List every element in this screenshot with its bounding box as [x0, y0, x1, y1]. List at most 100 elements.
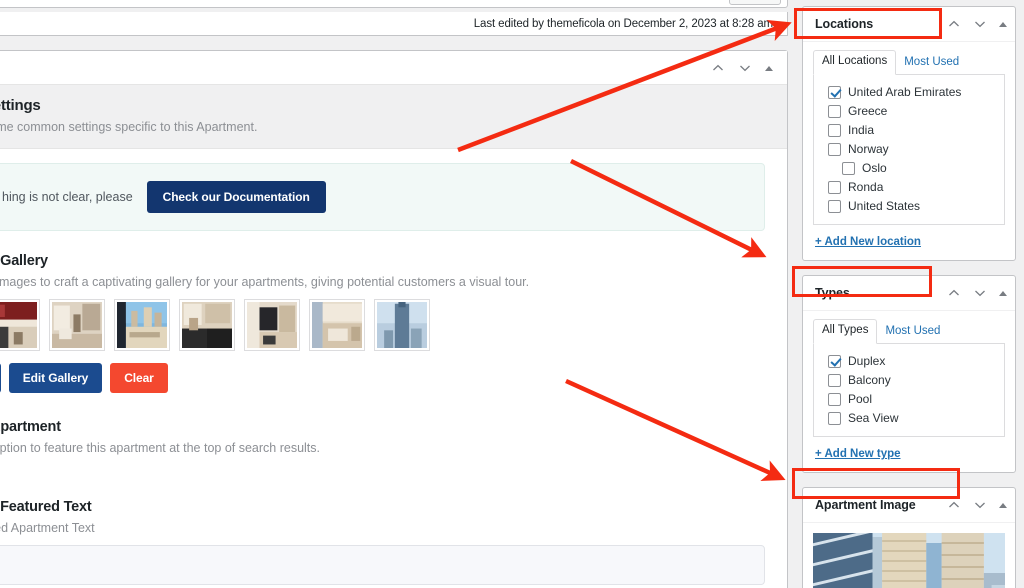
- checkbox-icon[interactable]: [828, 392, 841, 406]
- gallery-thumb-balcony-view[interactable]: [114, 299, 170, 351]
- location-item[interactable]: United States: [822, 197, 998, 216]
- locations-checklist: United Arab Emirates Greece India Norway: [813, 75, 1005, 225]
- types-tabs: All Types Most Used: [813, 319, 1005, 344]
- metabox-body: hing is not clear, please Check our Docu…: [0, 149, 787, 588]
- checkbox-icon[interactable]: [828, 180, 841, 194]
- tab-all-locations[interactable]: All Locations: [813, 50, 897, 75]
- move-down-icon[interactable]: [973, 498, 987, 512]
- locations-header[interactable]: Locations: [803, 7, 1015, 42]
- collapse-panel-icon[interactable]: [999, 21, 1007, 27]
- location-item[interactable]: Greece: [822, 102, 998, 121]
- screen-root: Last edited by themeficola on December 2…: [0, 0, 1024, 588]
- type-item[interactable]: Sea View: [822, 409, 998, 428]
- checkbox-icon[interactable]: [828, 123, 841, 137]
- metabox-toggle-group: [711, 51, 779, 85]
- move-up-icon[interactable]: [711, 61, 725, 75]
- gallery-thumb-lounge[interactable]: [179, 299, 235, 351]
- last-edited-bar: Last edited by themeficola on December 2…: [0, 12, 788, 36]
- type-item[interactable]: Balcony: [822, 371, 998, 390]
- type-item[interactable]: Pool: [822, 390, 998, 409]
- featured-text-input-wrap: [0, 545, 765, 585]
- location-label: Ronda: [848, 180, 884, 194]
- move-down-icon[interactable]: [973, 17, 987, 31]
- featured-title: l Apartment: [0, 419, 61, 435]
- type-label: Pool: [848, 392, 873, 406]
- checkbox-checked-icon[interactable]: [828, 85, 841, 99]
- checkbox-icon[interactable]: [842, 161, 855, 175]
- gallery-title: nt Gallery: [0, 253, 48, 269]
- location-label: United Arab Emirates: [848, 85, 962, 99]
- move-up-icon[interactable]: [947, 498, 961, 512]
- apartment-image-body: [803, 523, 1015, 588]
- checkbox-icon[interactable]: [828, 142, 841, 156]
- collapse-panel-icon[interactable]: [765, 65, 773, 71]
- checkbox-icon[interactable]: [828, 199, 841, 213]
- section-description: some common settings specific to this Ap…: [0, 120, 258, 134]
- type-item[interactable]: Duplex: [822, 352, 998, 371]
- location-item[interactable]: United Arab Emirates: [822, 83, 998, 102]
- checkbox-icon[interactable]: [828, 104, 841, 118]
- edit-gallery-button[interactable]: Edit Gallery: [8, 363, 103, 393]
- gallery-thumb-tower[interactable]: [374, 299, 430, 351]
- move-down-icon[interactable]: [738, 61, 752, 75]
- tab-most-used-locations[interactable]: Most Used: [896, 52, 967, 75]
- check-documentation-button[interactable]: Check our Documentation: [146, 181, 326, 213]
- types-toggle-group: [947, 286, 1007, 300]
- types-header[interactable]: Types: [803, 276, 1015, 311]
- sidebar: Locations All Locations Most Used United…: [798, 0, 1024, 588]
- types-title: Types: [815, 286, 850, 300]
- checkbox-icon[interactable]: [828, 411, 841, 425]
- apartment-featured-image[interactable]: [813, 533, 1005, 588]
- gallery-thumb-living-room[interactable]: [49, 299, 105, 351]
- apartment-image-toggle-group: [947, 498, 1007, 512]
- tab-all-types[interactable]: All Types: [813, 319, 878, 344]
- locations-body: All Locations Most Used United Arab Emir…: [803, 42, 1015, 260]
- apartment-image-header[interactable]: Apartment Image: [803, 488, 1015, 523]
- clear-gallery-button[interactable]: Clear: [110, 363, 168, 393]
- locations-toggle-group: [947, 17, 1007, 31]
- top-postbox-stub: [0, 0, 788, 8]
- collapse-panel-icon[interactable]: [999, 502, 1007, 508]
- settings-section-band: Settings some common settings specific t…: [0, 85, 787, 149]
- featured-apartment-field: l Apartment s option to feature this apa…: [0, 419, 765, 495]
- stub-button[interactable]: [729, 0, 781, 5]
- documentation-notice-text: hing is not clear, please: [2, 190, 133, 204]
- location-label: United States: [848, 199, 921, 213]
- checkbox-icon[interactable]: [828, 373, 841, 387]
- checkbox-checked-icon[interactable]: [828, 354, 841, 368]
- location-label: India: [848, 123, 875, 137]
- add-gallery-button[interactable]: ery: [0, 363, 1, 393]
- gallery-thumbnails: [0, 299, 765, 351]
- move-up-icon[interactable]: [947, 17, 961, 31]
- featured-toggle-slot[interactable]: [0, 465, 765, 495]
- last-edited-text: Last edited by themeficola on December 2…: [473, 17, 773, 30]
- type-label: Balcony: [848, 373, 891, 387]
- gallery-thumb-bedroom[interactable]: [309, 299, 365, 351]
- move-down-icon[interactable]: [973, 286, 987, 300]
- locations-postbox: Locations All Locations Most Used United…: [802, 6, 1016, 261]
- gallery-thumb-interior[interactable]: [244, 299, 300, 351]
- tab-most-used-types[interactable]: Most Used: [877, 321, 948, 344]
- apartment-settings-metabox: Settings some common settings specific t…: [0, 50, 788, 588]
- types-body: All Types Most Used Duplex Balcony Pool: [803, 311, 1015, 472]
- type-label: Duplex: [848, 354, 886, 368]
- location-label: Oslo: [862, 161, 887, 175]
- metabox-header: [0, 51, 787, 85]
- types-checklist: Duplex Balcony Pool Sea View: [813, 344, 1005, 437]
- type-label: Sea View: [848, 411, 899, 425]
- add-new-location-link[interactable]: + Add New location: [815, 236, 921, 248]
- location-item[interactable]: India: [822, 121, 998, 140]
- location-item[interactable]: Ronda: [822, 178, 998, 197]
- move-up-icon[interactable]: [947, 286, 961, 300]
- featured-text-description: ured Apartment Text: [0, 521, 95, 535]
- apartment-image-postbox: Apartment Image: [802, 487, 1016, 588]
- featured-text-input[interactable]: [0, 545, 765, 585]
- main-content-column: Last edited by themeficola on December 2…: [0, 0, 790, 588]
- types-postbox: Types All Types Most Used Duplex Balcony…: [802, 275, 1016, 473]
- add-new-type-link[interactable]: + Add New type: [815, 448, 901, 460]
- collapse-panel-icon[interactable]: [999, 290, 1007, 296]
- documentation-notice: hing is not clear, please Check our Docu…: [0, 163, 765, 231]
- location-item[interactable]: Norway: [822, 140, 998, 159]
- location-item-child[interactable]: Oslo: [822, 159, 998, 178]
- gallery-thumb-kitchen[interactable]: [0, 299, 40, 351]
